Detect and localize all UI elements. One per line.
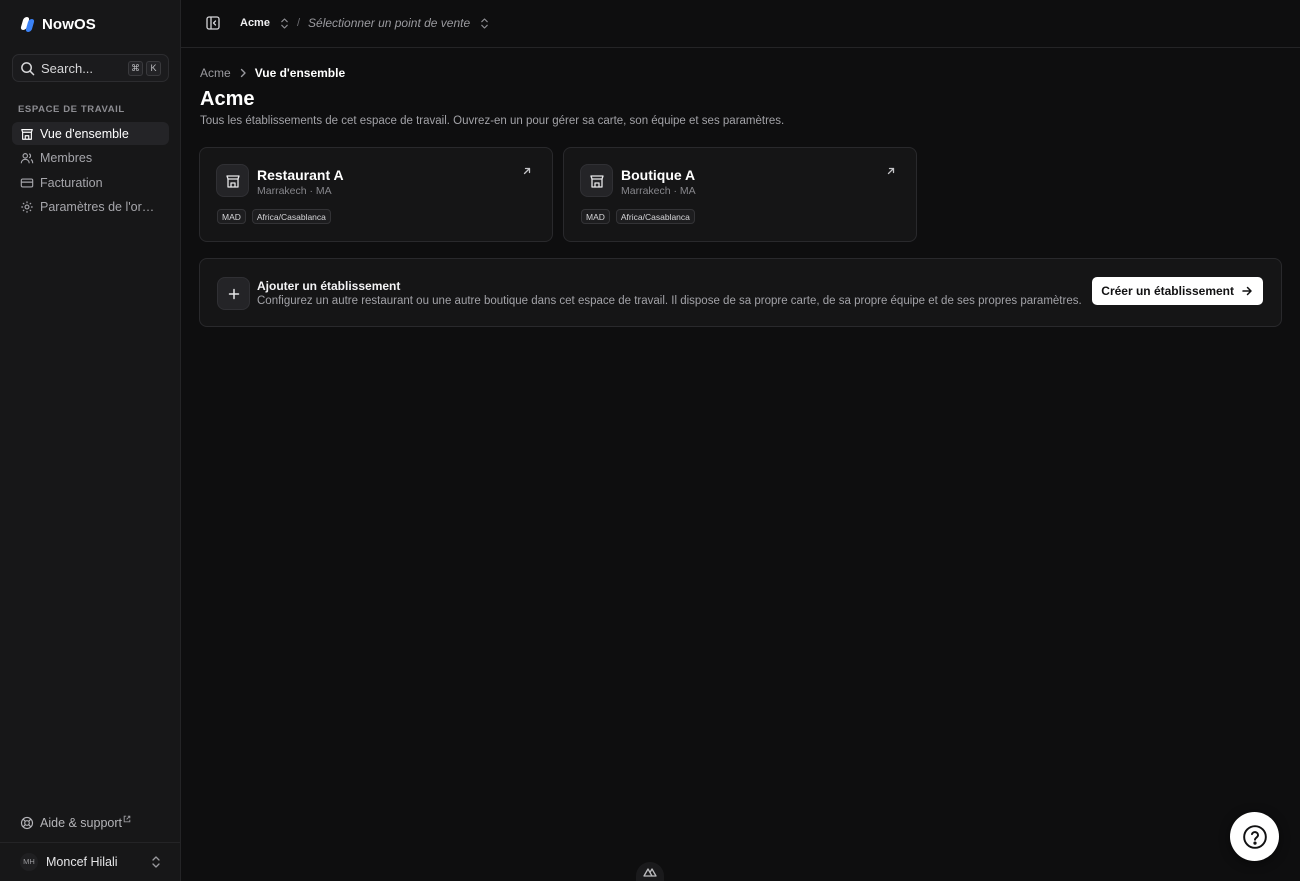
topbar: Acme / Sélectionner un point de vente: [181, 0, 1300, 48]
sidebar-item-org-settings[interactable]: Paramètres de l'organ...: [12, 196, 169, 219]
currency-badge: MAD: [581, 209, 610, 224]
arrow-up-right-icon: [523, 167, 531, 175]
question-mark-icon: [1242, 824, 1267, 849]
kbd-k: K: [146, 60, 161, 76]
sidebar-item-billing[interactable]: Facturation: [12, 171, 169, 194]
help-fab-button[interactable]: [1230, 812, 1279, 861]
help-label: Aide & support: [40, 816, 122, 830]
add-establishment-panel: Ajouter un établissement Configurez un a…: [199, 258, 1282, 327]
sidebar: NowOS Search... ⌘ K ESPACE DE TRAVAIL Vu…: [0, 0, 181, 881]
establishment-name: Restaurant A: [257, 167, 344, 183]
sidebar-toggle-icon[interactable]: [205, 15, 221, 31]
sidebar-item-overview[interactable]: Vue d'ensemble: [12, 122, 169, 145]
context-switcher: Acme / Sélectionner un point de vente: [240, 16, 489, 30]
page-description: Tous les établissements de cet espace de…: [200, 115, 785, 127]
store-icon: [580, 164, 613, 197]
sidebar-item-label: Vue d'ensemble: [40, 126, 129, 141]
user-name: Moncef Hilali: [46, 854, 118, 869]
establishment-location: Marrakech · MA: [257, 185, 332, 197]
establishment-tags: MAD Africa/Casablanca: [217, 209, 331, 224]
create-establishment-button[interactable]: Créer un établissement: [1092, 277, 1263, 305]
lifebuoy-icon: [20, 816, 34, 830]
users-icon: [20, 151, 34, 165]
chevron-up-down-icon: [152, 855, 160, 868]
sidebar-divider: [0, 842, 180, 843]
timezone-badge: Africa/Casablanca: [251, 209, 331, 224]
add-establishment-description: Configurez un autre restaurant ou une au…: [257, 295, 1082, 307]
timezone-badge: Africa/Casablanca: [615, 209, 695, 224]
separator: /: [296, 17, 301, 29]
store-icon: [216, 164, 249, 197]
chevron-up-down-icon: [481, 17, 488, 29]
chevron-up-down-icon: [281, 17, 288, 29]
store-icon: [20, 127, 34, 141]
pos-placeholder: Sélectionner un point de vente: [308, 16, 471, 30]
currency-badge: MAD: [217, 209, 246, 224]
pos-switcher[interactable]: Sélectionner un point de vente: [308, 16, 489, 30]
page-title: Acme: [200, 88, 255, 110]
nowos-logo-icon: [20, 16, 35, 32]
breadcrumb-current: Vue d'ensemble: [254, 66, 346, 80]
app-logo[interactable]: NowOS: [20, 14, 96, 34]
establishment-location: Marrakech · MA: [621, 185, 696, 197]
establishment-card[interactable]: Restaurant A Marrakech · MA MAD Africa/C…: [199, 147, 553, 242]
search-button[interactable]: Search... ⌘ K: [12, 54, 169, 82]
gear-icon: [20, 200, 34, 214]
nuxt-icon: [643, 867, 657, 877]
section-label-workspace: ESPACE DE TRAVAIL: [18, 104, 125, 115]
help-support-link[interactable]: Aide & support: [12, 812, 169, 834]
credit-card-icon: [20, 176, 34, 190]
sidebar-item-label: Facturation: [40, 175, 103, 190]
search-label: Search...: [41, 60, 94, 76]
add-establishment-title: Ajouter un établissement: [257, 279, 401, 293]
plus-icon: [217, 277, 250, 310]
sidebar-item-label: Paramètres de l'organ...: [40, 200, 161, 214]
sidebar-item-label: Membres: [40, 151, 93, 165]
search-icon: [21, 61, 35, 75]
breadcrumb: Acme Vue d'ensemble: [200, 66, 345, 80]
sidebar-item-members[interactable]: Membres: [12, 147, 169, 170]
external-link-icon: [123, 815, 131, 823]
arrow-up-right-icon: [887, 167, 895, 175]
create-establishment-label: Créer un établissement: [1101, 284, 1234, 298]
arrow-right-icon: [1242, 286, 1252, 296]
app-name: NowOS: [42, 15, 96, 33]
sidebar-nav: Vue d'ensemble Membres Facturation Param…: [12, 122, 169, 220]
user-menu[interactable]: MH Moncef Hilali: [12, 850, 169, 873]
kbd-cmd: ⌘: [128, 60, 143, 76]
chevron-right-icon: [240, 68, 246, 78]
establishment-tags: MAD Africa/Casablanca: [581, 209, 695, 224]
establishment-name: Boutique A: [621, 167, 696, 183]
org-switcher[interactable]: Acme: [240, 17, 289, 30]
establishment-card[interactable]: Boutique A Marrakech · MA MAD Africa/Cas…: [563, 147, 917, 242]
dev-toolbar-toggle[interactable]: [636, 862, 664, 881]
avatar: MH: [20, 852, 38, 871]
org-name: Acme: [240, 17, 270, 29]
breadcrumb-home[interactable]: Acme: [200, 66, 231, 80]
